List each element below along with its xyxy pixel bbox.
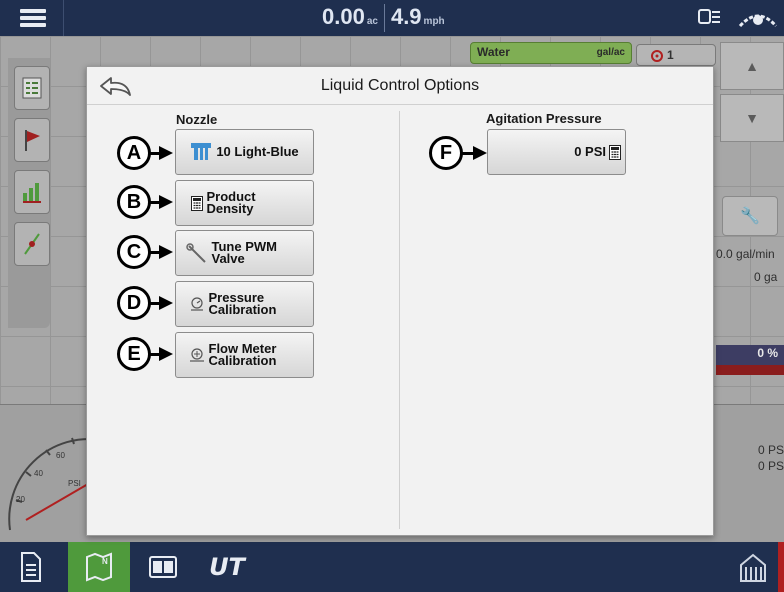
legend-tool[interactable] — [14, 66, 50, 110]
volume: 0 ga — [754, 270, 778, 284]
percent-bar: 0 % — [716, 345, 784, 375]
map-button[interactable]: N — [68, 542, 130, 592]
chevron-up-icon: ▲ — [745, 58, 759, 74]
agitation-pressure-button[interactable]: 0 PSI — [487, 129, 626, 175]
chevron-down-icon: ▼ — [745, 110, 759, 126]
tune-pwm-label: Tune PWM Valve — [211, 239, 277, 266]
pressure-readout-1: 0 PS — [757, 443, 784, 457]
speed-value: 4.9 — [390, 4, 422, 29]
wrench-icon — [185, 243, 208, 263]
callout-e: E — [117, 337, 151, 371]
flag-tool[interactable] — [14, 118, 50, 162]
chart-tool[interactable] — [14, 170, 50, 214]
dialog-title: Liquid Control Options — [320, 77, 480, 94]
calculator-icon — [609, 144, 621, 160]
gps-icon[interactable] — [736, 6, 780, 30]
document-button[interactable] — [0, 542, 62, 592]
scroll-up-button[interactable]: ▲ — [720, 42, 784, 90]
product-density-button[interactable]: Product Density — [175, 180, 314, 226]
map-icon: N — [86, 552, 112, 582]
guidance-tool[interactable] — [14, 222, 50, 266]
bottom-bar: N UT — [0, 542, 784, 592]
callout-f: F — [429, 136, 463, 170]
flag-icon — [25, 130, 40, 151]
flow-meter-calibration-button[interactable]: Flow Meter Calibration — [175, 332, 314, 378]
left-toolbar — [8, 58, 50, 328]
agitation-pressure-value: 0 PSI — [574, 144, 606, 159]
callout-arrow-c — [159, 245, 173, 259]
legend-icon — [22, 77, 42, 99]
callout-c: C — [117, 235, 151, 269]
liquid-control-dialog: Liquid Control Options Nozzle Agitation … — [86, 66, 714, 536]
flow-meter-calibration-label: Flow Meter Calibration — [208, 341, 277, 368]
top-bar: 0.00 ac 4.9 mph — [0, 0, 784, 36]
barn-icon — [740, 553, 766, 582]
speed-unit: mph — [423, 16, 445, 27]
flow-rate: 0.0 gal/min — [716, 247, 775, 261]
area-value: 0.00 — [322, 4, 365, 29]
ut-button[interactable]: UT — [196, 542, 258, 592]
callout-b: B — [117, 185, 151, 219]
callout-arrow-a — [159, 146, 173, 160]
target-count: 1 — [667, 48, 674, 62]
gauge-tick-40: 40 — [34, 469, 43, 478]
pressure-readout-2: 0 PS — [757, 459, 784, 473]
document-icon — [21, 552, 41, 582]
gauge-icon — [189, 296, 205, 312]
svg-text:N: N — [102, 557, 108, 566]
column-divider — [399, 111, 400, 529]
callout-arrow-b — [159, 195, 173, 209]
calculator-icon — [190, 195, 203, 211]
area-unit: ac — [366, 16, 378, 27]
chart-icon — [23, 183, 41, 203]
percent-value: 0 % — [757, 346, 778, 360]
split-view-icon — [149, 556, 177, 578]
product-density-label: Product Density — [206, 189, 256, 216]
callout-d: D — [117, 286, 151, 320]
split-view-button[interactable] — [132, 542, 194, 592]
product-unit: gal/ac — [596, 47, 625, 58]
pressure-calibration-button[interactable]: Pressure Calibration — [175, 281, 314, 327]
dialog-header: Liquid Control Options — [87, 67, 713, 105]
gauge-tick-60: 60 — [56, 451, 65, 460]
product-name: Water — [477, 45, 510, 59]
settings-button[interactable]: 🔧 — [722, 196, 778, 236]
nozzle-button-label: 10 Light-Blue — [216, 144, 299, 159]
target-icon — [651, 50, 663, 62]
guidance-icon — [24, 233, 40, 255]
ut-label: UT — [209, 553, 245, 581]
scroll-down-button[interactable]: ▼ — [720, 94, 784, 142]
implement-icon[interactable] — [698, 8, 722, 31]
callout-arrow-f — [473, 146, 487, 160]
pressure-calibration-label: Pressure Calibration — [208, 290, 277, 317]
alert-strip — [778, 542, 784, 592]
status-readout: 0.00 ac 4.9 mph — [322, 4, 445, 32]
product-tab[interactable]: Water gal/ac — [470, 42, 632, 64]
tune-pwm-button[interactable]: Tune PWM Valve — [175, 230, 314, 276]
wrench-icon: 🔧 — [740, 208, 760, 225]
nozzle-label: Nozzle — [176, 112, 218, 127]
flow-meter-icon — [189, 347, 205, 363]
nozzle-button[interactable]: 10 Light-Blue — [175, 129, 314, 175]
callout-arrow-d — [159, 296, 173, 310]
agitation-label: Agitation Pressure — [486, 111, 602, 126]
callout-a: A — [117, 136, 151, 170]
callout-arrow-e — [159, 347, 173, 361]
target-tab[interactable]: 1 — [636, 44, 716, 66]
gauge-tick-20: 20 — [16, 495, 25, 504]
menu-icon[interactable] — [0, 0, 64, 36]
barn-button[interactable] — [722, 542, 784, 592]
nozzle-icon — [190, 141, 212, 163]
gauge-unit: PSI — [68, 479, 81, 488]
